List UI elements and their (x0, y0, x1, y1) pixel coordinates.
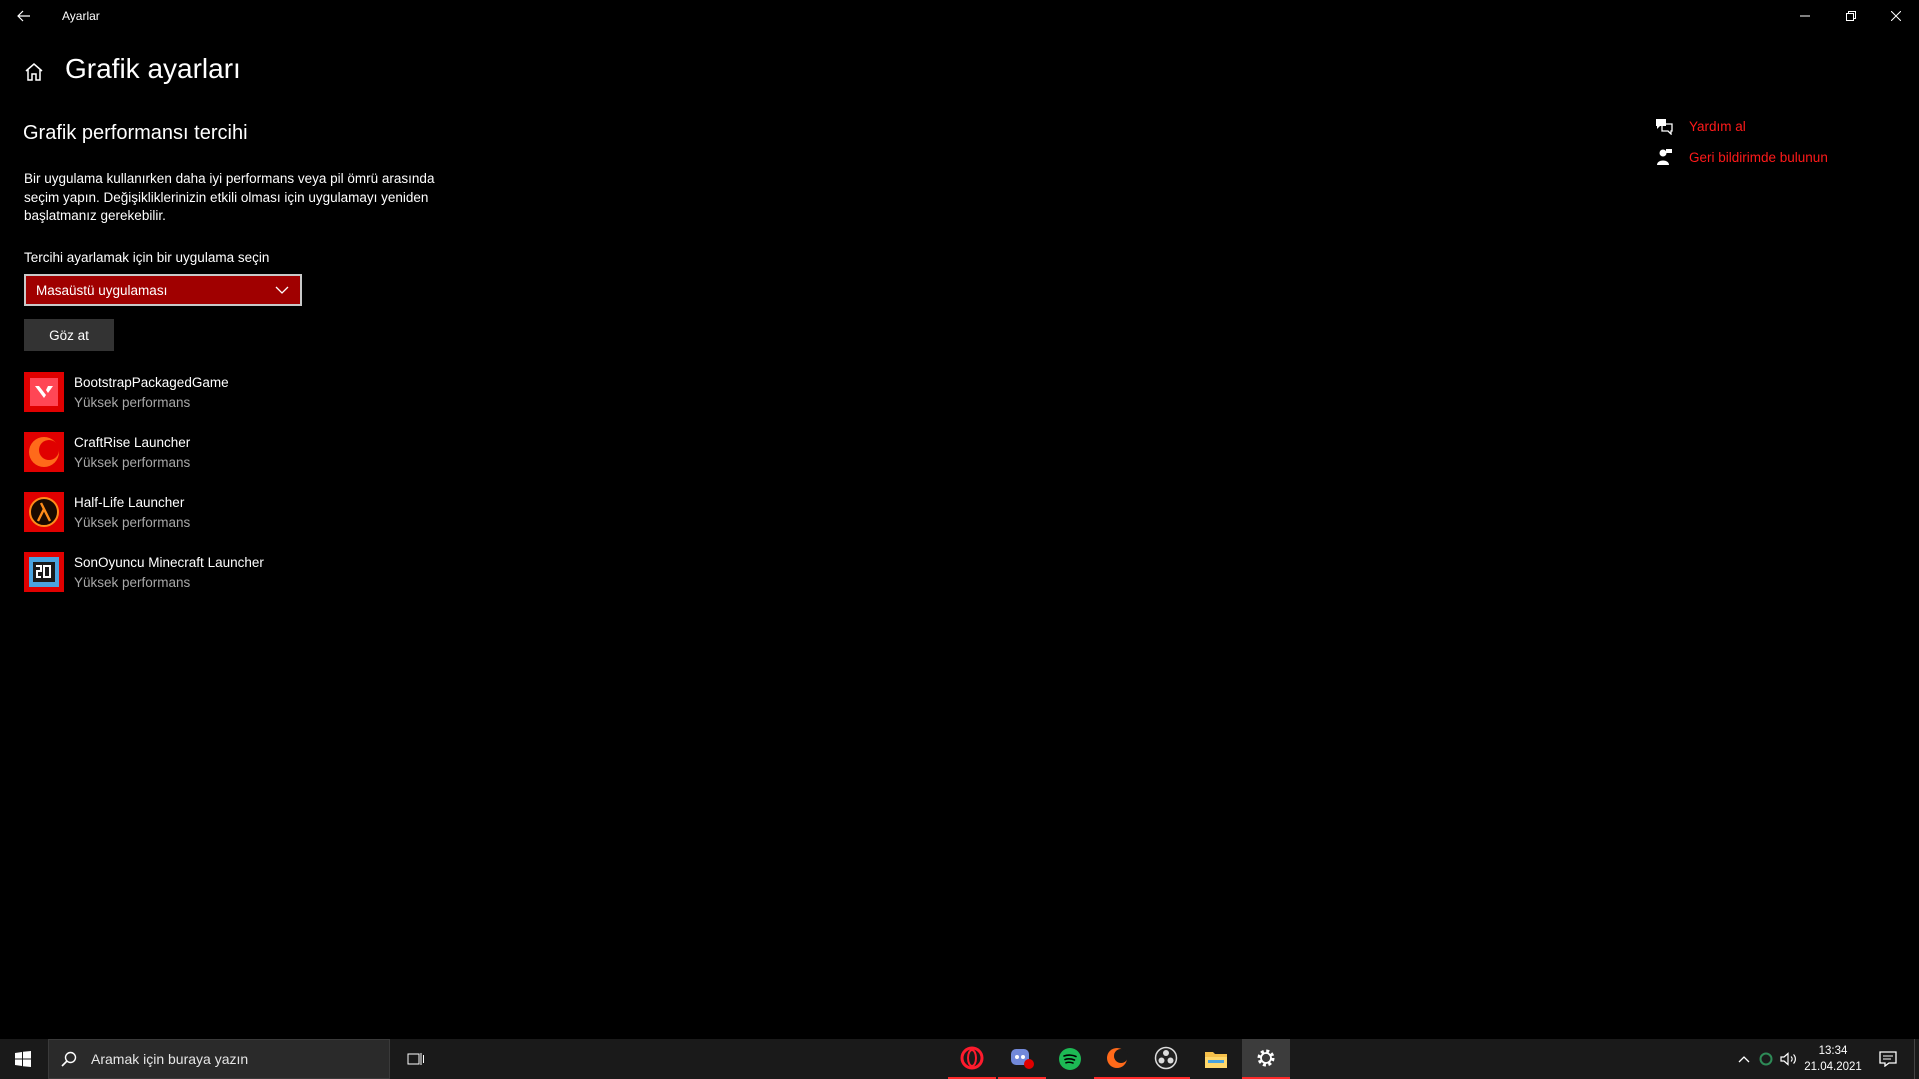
app-name: CraftRise Launcher (74, 435, 191, 450)
sonoyuncu-icon (24, 552, 64, 592)
action-center-button[interactable] (1868, 1039, 1908, 1079)
search-input[interactable] (89, 1050, 373, 1068)
title-bar: Ayarlar (0, 0, 1919, 32)
restore-button[interactable] (1828, 0, 1874, 32)
windows-logo-icon (15, 1051, 31, 1067)
window-title: Ayarlar (62, 9, 100, 23)
section-description: Bir uygulama kullanırken daha iyi perfor… (24, 171, 435, 223)
restore-icon (1846, 11, 1856, 21)
taskbar-clock[interactable]: 13:34 21.04.2021 (1798, 1043, 1868, 1075)
valorant-icon (24, 372, 64, 412)
taskbar-search[interactable] (48, 1039, 390, 1079)
taskbar-discord[interactable] (998, 1039, 1046, 1079)
page-title: Grafik ayarları (65, 53, 241, 84)
app-preference: Yüksek performans (74, 515, 191, 530)
section-title: Grafik performansı tercihi (23, 122, 248, 144)
feedback-link-label: Geri bildirimde bulunun (1689, 149, 1828, 165)
discord-icon (1011, 1049, 1034, 1069)
list-item[interactable]: Half-Life Launcher Yüksek performans (24, 491, 424, 551)
chat-help-icon (1653, 116, 1675, 136)
taskbar: 13:34 21.04.2021 (0, 1039, 1919, 1079)
taskbar-craftrise[interactable] (1094, 1039, 1142, 1079)
taskbar-opera[interactable] (948, 1039, 996, 1079)
chevron-up-icon (1738, 1056, 1750, 1063)
taskbar-settings[interactable] (1242, 1039, 1290, 1079)
settings-icon (1257, 1049, 1275, 1067)
app-preference: Yüksek performans (74, 395, 191, 410)
tray-overflow-button[interactable] (1732, 1039, 1756, 1079)
home-button[interactable] (22, 60, 46, 84)
clock-date: 21.04.2021 (1804, 1061, 1862, 1073)
file-explorer-icon (1205, 1052, 1227, 1068)
obs-icon (1154, 1046, 1178, 1070)
show-desktop-button[interactable] (1914, 1039, 1919, 1079)
minimize-icon (1800, 15, 1810, 17)
home-icon (25, 63, 43, 81)
chevron-down-icon (275, 286, 289, 294)
back-arrow-icon (17, 10, 30, 22)
volume-icon (1780, 1052, 1796, 1066)
app-name: BootstrapPackagedGame (74, 375, 229, 390)
app-preference: Yüksek performans (74, 575, 191, 590)
list-item[interactable]: BootstrapPackagedGame Yüksek performans (24, 371, 424, 431)
half-life-icon (24, 492, 64, 532)
taskbar-spotify[interactable] (1046, 1039, 1094, 1079)
list-item[interactable]: CraftRise Launcher Yüksek performans (24, 431, 424, 491)
opera-icon (960, 1046, 984, 1070)
search-icon (49, 1051, 89, 1067)
app-name: Half-Life Launcher (74, 495, 185, 510)
tray-app-status[interactable] (1754, 1039, 1778, 1079)
taskbar-file-explorer[interactable] (1192, 1039, 1240, 1079)
close-icon (1891, 11, 1901, 21)
green-status-icon (1759, 1052, 1773, 1066)
spotify-icon (1059, 1048, 1081, 1070)
browse-button[interactable]: Göz at (24, 319, 114, 351)
clock-time: 13:34 (1818, 1045, 1848, 1057)
app-type-select-label: Tercihi ayarlamak için bir uygulama seçi… (24, 250, 270, 265)
close-button[interactable] (1873, 0, 1919, 32)
notification-icon (1879, 1051, 1897, 1067)
back-button[interactable] (0, 0, 48, 32)
app-type-select-value: Masaüstü uygulaması (36, 282, 168, 298)
list-item[interactable]: SonOyuncu Minecraft Launcher Yüksek perf… (24, 551, 424, 611)
taskbar-obs[interactable] (1142, 1039, 1190, 1079)
task-view-button[interactable] (392, 1039, 440, 1079)
feedback-icon (1653, 147, 1675, 167)
start-button[interactable] (0, 1039, 46, 1079)
craftrise-icon (1107, 1048, 1128, 1068)
app-preference: Yüksek performans (74, 455, 191, 470)
feedback-link[interactable]: Geri bildirimde bulunun (1653, 147, 1828, 167)
app-list: BootstrapPackagedGame Yüksek performans … (24, 371, 424, 611)
app-type-select[interactable]: Masaüstü uygulaması (24, 274, 302, 306)
help-link[interactable]: Yardım al (1653, 116, 1746, 136)
app-name: SonOyuncu Minecraft Launcher (74, 555, 264, 570)
craftrise-icon (24, 432, 64, 472)
minimize-button[interactable] (1782, 0, 1828, 32)
help-link-label: Yardım al (1689, 118, 1746, 134)
task-view-icon (407, 1053, 424, 1065)
